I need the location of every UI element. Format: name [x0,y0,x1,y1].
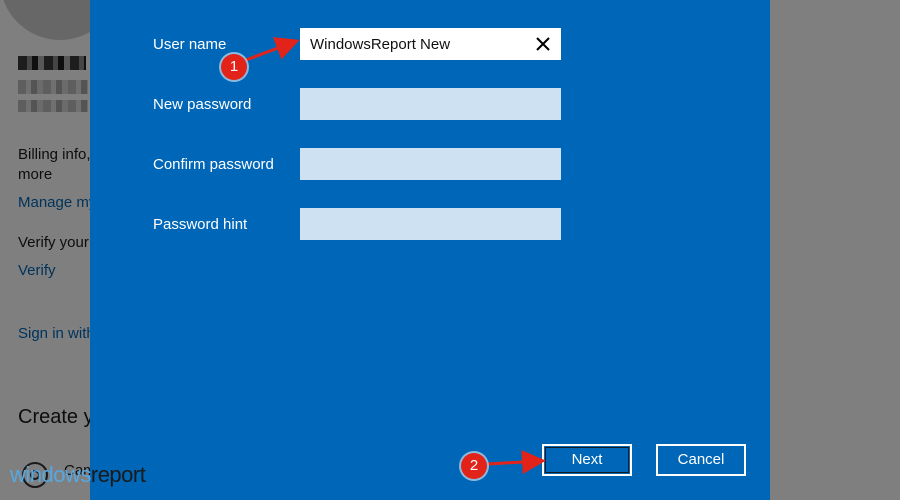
watermark-part-2: report [90,462,146,487]
user-name-label: User name [153,36,227,53]
watermark-part-1: windows [10,462,91,487]
new-password-label: New password [153,96,252,113]
clear-icon[interactable] [533,34,553,54]
annotation-step-2: 2 [461,453,487,479]
confirm-password-label: Confirm password [153,156,274,173]
user-name-input[interactable]: WindowsReport New [300,28,561,60]
confirm-password-input[interactable] [300,148,561,180]
annotation-step-1: 1 [221,54,247,80]
new-password-input[interactable] [300,88,561,120]
next-button-label: Next [571,451,603,468]
password-hint-input[interactable] [300,208,561,240]
create-account-dialog: User name WindowsReport New New password… [90,0,770,500]
password-hint-label: Password hint [153,216,248,233]
windowsreport-watermark: windowsreport [10,462,146,488]
next-button[interactable]: Next [542,444,632,476]
cancel-button[interactable]: Cancel [656,444,746,476]
cancel-button-label: Cancel [677,451,725,468]
user-name-value: WindowsReport New [310,36,451,53]
